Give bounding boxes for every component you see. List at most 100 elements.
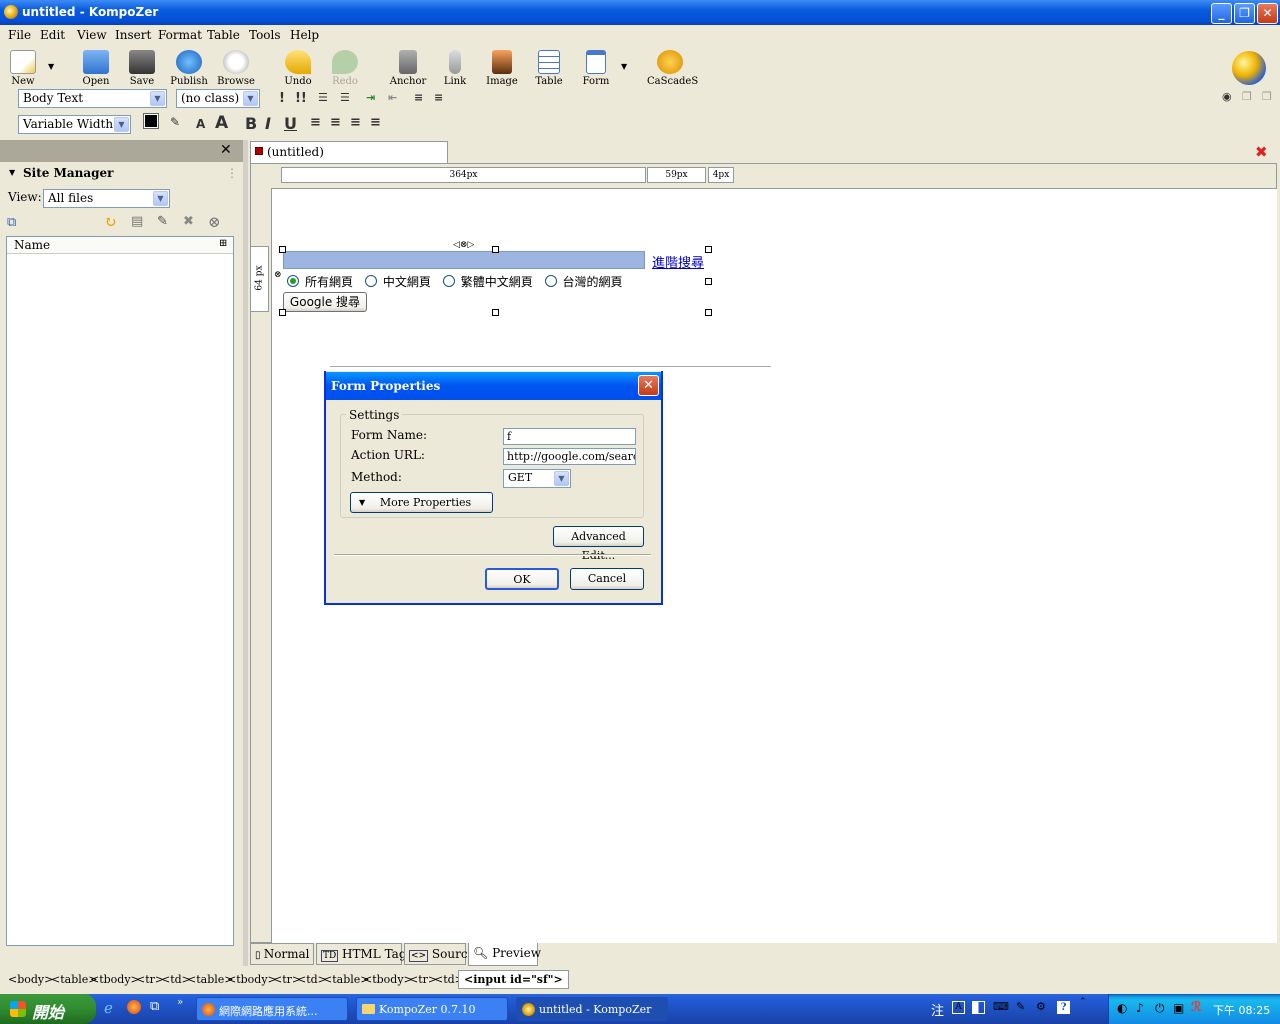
method-select[interactable]: GET ▼ [503,469,571,488]
tab-normal[interactable]: ▯ Normal [250,943,314,965]
site-file-list[interactable]: Name ⊞ [6,236,234,946]
publish-button[interactable]: Publish [166,50,212,87]
expand-tray-icon[interactable]: ⌃ [1079,997,1087,1007]
monitor-icon[interactable]: ▣ [1173,1001,1184,1015]
cancel-button[interactable]: Cancel [570,568,644,590]
close-button[interactable]: ✕ [1257,3,1278,24]
open-button[interactable]: Open [73,50,119,87]
column-name[interactable]: Name [14,238,50,252]
new-dropdown-icon[interactable]: ▼ [48,62,54,71]
text-direction-ltr-icon[interactable]: ≡ [414,91,423,104]
indent-icon[interactable]: ⇥ [366,91,375,104]
crumb-tbody[interactable]: <tbody> [363,973,413,986]
underline-icon[interactable]: U [284,114,297,133]
menu-format[interactable]: Format [158,28,202,42]
start-button[interactable]: 開始 [0,994,96,1024]
advanced-edit-button[interactable]: Advanced Edit... [553,526,644,562]
align-right-icon[interactable]: ≡ [350,115,361,130]
search-query-input[interactable] [283,251,645,269]
ok-button[interactable]: OK [485,568,559,590]
radio-all[interactable]: 所有網頁 [287,275,353,289]
tab-source[interactable]: <> Source [404,943,475,965]
restore-button[interactable]: ❐ [1234,3,1255,24]
edit-sites-icon[interactable]: ⧉ [7,215,16,230]
action-url-field[interactable]: http://google.com/search [503,448,636,465]
form-button[interactable]: Form [573,50,619,87]
rename-icon[interactable]: ✎ [157,214,168,229]
justify-icon[interactable]: ≡ [370,115,381,130]
menu-tools[interactable]: Tools [249,28,281,42]
font-larger-icon[interactable]: A [215,113,228,133]
text-color-swatch[interactable] [143,113,159,129]
google-search-button[interactable]: Google 搜尋 [283,292,367,312]
link-button[interactable]: Link [432,50,478,87]
radio-taiwan[interactable]: 台灣的網頁 [544,275,623,289]
crumb-tbody[interactable]: <tbody> [227,973,277,986]
form-dropdown-icon[interactable]: ▼ [621,62,627,71]
volume-icon[interactable]: ♪ [1136,1001,1144,1015]
power-icon[interactable]: ⏻ [1155,1001,1165,1016]
radio-chinese[interactable]: 中文網頁 [364,275,431,289]
save-button[interactable]: Save [119,50,165,87]
keyboard-icon[interactable]: ⌨ [993,1000,1009,1013]
menu-table[interactable]: Table [207,28,240,42]
tools-icon[interactable]: ✎ [1016,1000,1025,1013]
font-smaller-icon[interactable]: A [196,117,205,131]
menu-file[interactable]: File [8,28,31,42]
italic-icon[interactable]: I [265,114,271,133]
menu-help[interactable]: Help [290,28,319,42]
highlight-pencil-icon[interactable]: ✎ [170,115,180,129]
task-folder[interactable]: KompoZer 0.7.10 [356,997,508,1021]
tab-untitled[interactable]: (untitled) [250,141,448,163]
tab-preview[interactable]: 🔍︎ Preview [468,943,541,966]
tab-html-tags[interactable]: TD HTML Tags [316,943,413,965]
resize-handle[interactable] [492,309,499,316]
bold-icon[interactable]: B [245,114,257,133]
refresh-icon[interactable]: ↻ [104,213,117,231]
new-folder-icon[interactable]: ▤ [131,214,143,229]
task-firefox[interactable]: 網際網路應用系統... [196,997,348,1021]
firefox-icon[interactable] [127,1000,141,1014]
settings-icon[interactable]: ⚙ [1036,1000,1046,1013]
font-select[interactable]: Variable Width ▼ [18,115,131,134]
layer-front-icon[interactable]: ❐ [1242,90,1252,103]
bullet-list-icon[interactable]: ☰ [340,91,350,104]
align-center-icon[interactable]: ≡ [330,115,341,130]
network-icon[interactable]: ◐ [1117,1001,1127,1015]
radio-traditional[interactable]: 繁體中文網頁 [442,275,533,289]
crumb-tr[interactable]: <tr> [409,973,437,986]
more-quicklaunch-icon[interactable]: » [177,997,183,1008]
delete-icon[interactable]: ✖ [183,214,194,229]
crumb-tbody[interactable]: <tbody> [90,973,140,986]
menu-view[interactable]: View [77,28,107,42]
resize-handle[interactable] [279,309,286,316]
crumb-tr[interactable]: <tr> [136,973,164,986]
ime-icon[interactable]: 注 [931,1000,944,1019]
align-left-icon[interactable]: ≡ [310,115,321,130]
task-kompozer[interactable]: untitled - KompoZer [516,997,668,1021]
image-button[interactable]: Image [479,50,525,87]
numbered-list-icon[interactable]: ☰ [318,91,328,104]
resize-handle[interactable] [705,278,712,285]
collapse-icon[interactable]: ▼ [9,168,15,177]
close-tab-icon[interactable]: ✖ [1255,143,1268,161]
cascades-button[interactable]: CaScadeS [647,50,698,87]
layer-icon[interactable]: ◉ [1222,90,1232,103]
resize-handle[interactable] [492,246,499,253]
help-icon[interactable]: ? [1057,1001,1070,1014]
ime-mode-icon[interactable]: A [952,1001,965,1014]
view-select[interactable]: All files ▼ [43,189,170,208]
desktop-icon[interactable]: ⧉ [150,999,159,1014]
resize-handle[interactable] [279,246,286,253]
redo-button[interactable]: Redo [322,50,368,87]
emphasis-icon[interactable]: ! [279,91,285,106]
advanced-search-link[interactable]: 進階搜尋 [652,252,704,271]
text-direction-rtl-icon[interactable]: ≡ [434,91,443,104]
browse-button[interactable]: Browse [213,50,259,87]
stop-icon[interactable]: ⊗ [208,213,221,231]
resize-handle[interactable] [705,309,712,316]
column-handle-icon[interactable]: ◁⊗▷ [453,240,474,250]
crumb-input-sf[interactable]: <input id="sf"> [458,970,569,989]
splitter[interactable] [243,140,248,966]
more-properties-button[interactable]: ▼ More Properties [350,492,493,513]
